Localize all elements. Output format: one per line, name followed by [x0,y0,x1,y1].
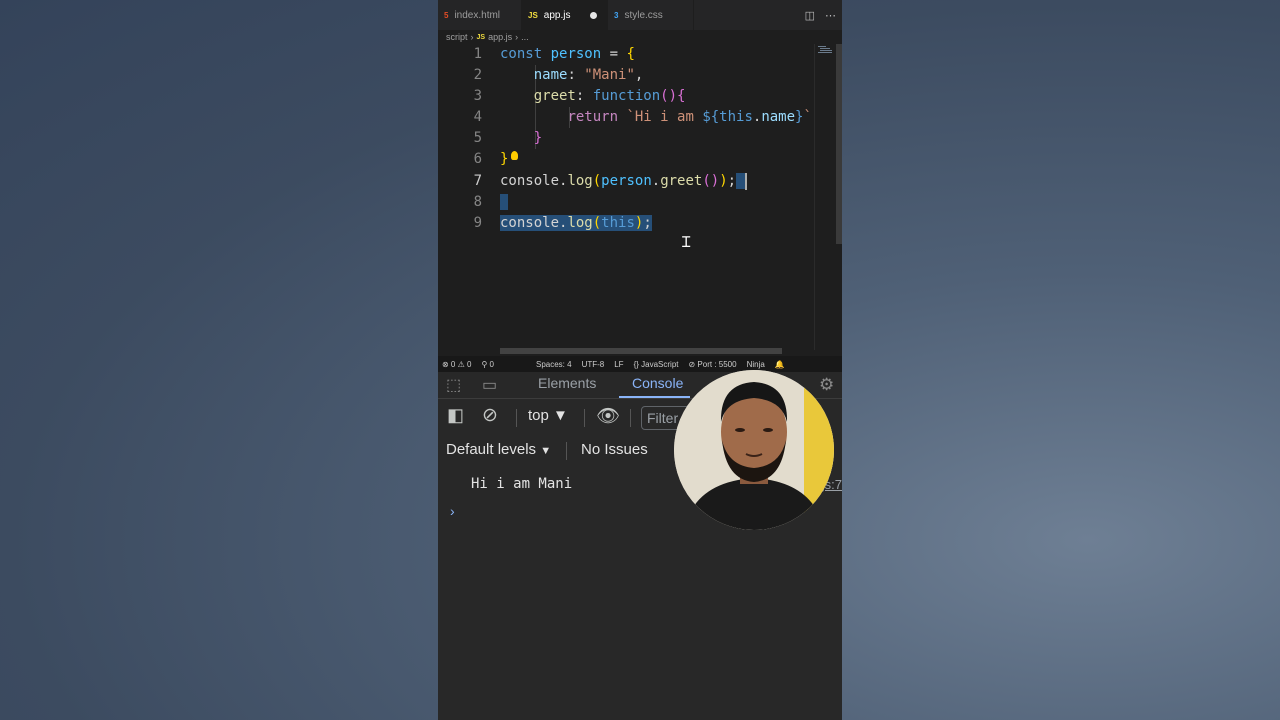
ports-status[interactable]: ⚲ 0 [481,360,494,369]
live-expression-eye-icon[interactable]: 👁 [596,404,620,428]
line-number: 4 [473,109,482,125]
code-text: console.log(person.greet()); [500,171,747,192]
bell-icon[interactable]: 🔔 [775,360,785,369]
toolbar-divider [566,442,567,460]
code-text: } [500,151,509,167]
encoding-status[interactable]: UTF-8 [582,360,605,369]
language-status[interactable]: {} JavaScript [634,360,679,369]
vertical-scrollbar[interactable] [836,44,842,244]
line-number: 3 [473,88,482,104]
code-line[interactable]: 4 return `Hi i am ${this.name}` [438,107,818,128]
breadcrumb: script › JS app.js › ... [438,30,842,44]
line-number: 5 [473,130,482,146]
chevron-right-icon: › [470,32,474,42]
context-selector[interactable]: top ▼ [528,407,568,424]
screen-recording-panel: 5 index.html JS app.js 3 style.css ◫ ⋯ s… [438,0,842,720]
tab-actions: ◫ ⋯ [805,0,836,30]
tab-console[interactable]: Console [632,375,683,391]
breadcrumb-symbol[interactable]: ... [521,32,529,42]
log-levels-label: Default levels [446,441,537,458]
minimap-line [818,52,832,53]
code-text: name: "Mani", [533,67,644,83]
tab-app-js[interactable]: JS app.js [522,0,608,30]
minimap-line [818,46,826,47]
ninja-status[interactable]: Ninja [747,360,765,369]
issues-counter[interactable]: No Issues [581,441,648,458]
more-actions-icon[interactable]: ⋯ [825,9,836,22]
html-file-icon: 5 [444,10,449,20]
toolbar-divider [516,409,517,427]
css-file-icon: 3 [614,10,619,20]
filter-placeholder: Filter [647,410,679,426]
inspect-element-icon[interactable]: ⬚ [446,375,461,395]
status-bar: ⊗ 0 ⚠ 0 ⚲ 0 Spaces: 4 UTF-8 LF {} JavaSc… [438,356,842,372]
line-number: 9 [473,215,482,231]
toolbar-divider [630,409,631,427]
line-number: 8 [473,194,482,210]
dropdown-arrow-icon: ▼ [540,445,552,457]
code-line[interactable]: 9 console.log(this); [438,213,818,234]
tab-elements[interactable]: Elements [538,375,596,391]
minimap-line [820,50,832,51]
indentation-status[interactable]: Spaces: 4 [536,360,572,369]
code-text [500,192,509,213]
line-number: 6 [473,151,482,167]
unsaved-dot-icon[interactable] [590,12,597,19]
live-server-status[interactable]: ⊘ Port : 5500 [689,360,737,369]
settings-gear-icon[interactable]: ⚙ [819,375,834,395]
code-text: } [533,130,543,146]
breadcrumb-file[interactable]: app.js [488,32,512,42]
code-line[interactable]: 5 } [438,128,818,149]
code-editor[interactable]: 1 const person = { 2 name: "Mani", 3 gre… [438,44,842,354]
chevron-right-icon: › [515,32,519,42]
line-number: 2 [473,67,482,83]
tab-label: style.css [624,9,663,21]
tab-label: app.js [543,9,571,21]
split-editor-icon[interactable]: ◫ [805,9,815,22]
console-prompt-icon[interactable]: › [450,503,455,519]
minimap-line [820,48,830,49]
code-line[interactable]: 7 console.log(person.greet()); [438,171,818,192]
context-label: top [528,407,549,424]
tab-index-html[interactable]: 5 index.html [438,0,522,30]
code-text: console.log(this); [500,215,652,231]
sidebar-toggle-icon[interactable]: ◧ [447,405,464,426]
code-line[interactable]: 6 } [438,149,818,170]
tab-style-css[interactable]: 3 style.css [608,0,694,30]
presenter-photo [674,370,834,530]
editor-tab-bar: 5 index.html JS app.js 3 style.css ◫ ⋯ [438,0,842,30]
line-number: 1 [473,46,482,62]
js-file-icon: JS [528,10,538,20]
mouse-ibeam-icon: Ɪ [682,233,691,251]
code-text: greet: function(){ [533,88,686,104]
tab-label: index.html [454,9,501,21]
lightbulb-icon[interactable] [511,151,518,160]
code-line[interactable]: 1 const person = { [438,44,818,65]
toolbar-divider [584,409,585,427]
active-tab-indicator [619,396,690,398]
code-text: const person = { [500,46,635,62]
js-file-icon: JS [476,33,486,41]
clear-console-icon[interactable]: ⊘ [482,404,498,427]
problems-status[interactable]: ⊗ 0 ⚠ 0 [442,360,471,369]
code-text: return `Hi i am ${this.name}` [567,109,812,125]
breadcrumb-folder[interactable]: script [446,32,468,42]
eol-status[interactable]: LF [614,360,623,369]
log-levels-dropdown[interactable]: Default levels ▼ [446,441,551,458]
console-message-text: Hi i am Mani [471,476,573,492]
presenter-webcam [674,370,834,530]
code-line[interactable]: 2 name: "Mani", [438,65,818,86]
horizontal-scrollbar[interactable] [500,348,782,354]
code-line[interactable]: 8 [438,192,818,213]
dropdown-arrow-icon: ▼ [553,407,568,424]
device-toolbar-icon[interactable]: ▭ [482,375,497,395]
code-line[interactable]: 3 greet: function(){ [438,86,818,107]
text-cursor [744,172,747,190]
line-number: 7 [473,173,482,189]
